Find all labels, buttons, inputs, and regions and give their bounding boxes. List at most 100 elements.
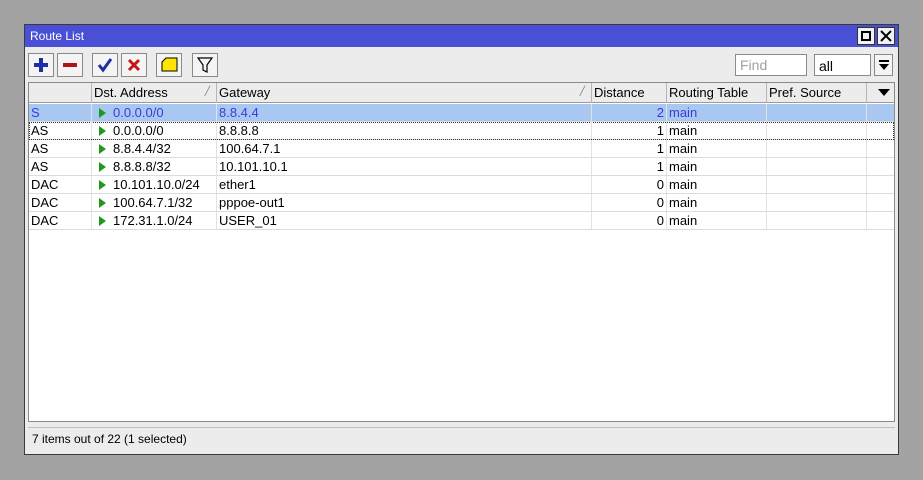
cell-routing-table: main <box>667 140 767 157</box>
filter-select[interactable]: all <box>814 54 871 76</box>
sort-icon: ╱ <box>204 86 210 96</box>
active-route-icon <box>99 108 106 118</box>
cell-dst-address: 10.101.10.0/24 <box>92 176 217 193</box>
column-menu-button[interactable] <box>874 83 894 103</box>
cell-flags-text: DAC <box>31 195 59 210</box>
cell-pref-source <box>767 104 867 121</box>
cell-distance: 0 <box>592 212 667 229</box>
find-input[interactable] <box>735 54 807 76</box>
cell-distance-text: 0 <box>656 177 664 192</box>
cell-routing-table: main <box>667 104 767 121</box>
cell-flags-text: S <box>31 105 40 120</box>
active-route-icon <box>99 144 106 154</box>
cell-gateway: 100.64.7.1 <box>217 140 592 157</box>
maximize-icon <box>861 31 871 41</box>
checkmark-icon <box>97 58 113 73</box>
table-row[interactable]: AS 8.8.4.4/32 100.64.7.1 1 main <box>29 140 894 158</box>
table-row[interactable]: S 0.0.0.0/0 8.8.4.4 2 main <box>29 104 894 122</box>
toolbar: all <box>25 51 898 79</box>
disable-button[interactable] <box>121 53 147 77</box>
cell-flags: DAC <box>29 176 92 193</box>
cell-flags-text: AS <box>31 159 49 174</box>
column-header-dst-address[interactable]: Dst. Address ╱ <box>92 83 217 103</box>
table-row[interactable]: DAC 172.31.1.0/24 USER_01 0 main <box>29 212 894 230</box>
cell-dst-address-text: 8.8.4.4/32 <box>113 141 171 156</box>
cell-pref-source <box>767 176 867 193</box>
remove-button[interactable] <box>57 53 83 77</box>
column-header-distance[interactable]: Distance <box>592 83 667 103</box>
table-row[interactable]: AS 0.0.0.0/0 8.8.8.8 1 main <box>29 122 894 140</box>
title-bar[interactable]: Route List <box>25 25 898 47</box>
cell-routing-table: main <box>667 212 767 229</box>
cell-dst-address: 8.8.4.4/32 <box>92 140 217 157</box>
cell-distance: 2 <box>592 104 667 121</box>
dropdown-arrow-icon <box>879 60 889 70</box>
comment-button[interactable] <box>156 53 182 77</box>
cell-routing-table-text: main <box>669 177 698 192</box>
minus-icon <box>63 63 77 67</box>
cell-distance-text: 0 <box>656 213 664 228</box>
cell-gateway-text: 8.8.4.4 <box>219 105 259 120</box>
cell-pref-source <box>767 194 867 211</box>
cell-routing-table-text: main <box>669 213 698 228</box>
cell-distance-text: 1 <box>656 123 664 138</box>
filter-select-arrow[interactable] <box>874 54 893 76</box>
cell-gateway: pppoe-out1 <box>217 194 592 211</box>
sort-icon: ╱ <box>579 86 585 96</box>
cell-flags-text: DAC <box>31 213 59 228</box>
cell-flags: AS <box>29 140 92 157</box>
table-row[interactable]: DAC 100.64.7.1/32 pppoe-out1 0 main <box>29 194 894 212</box>
filter-button[interactable] <box>192 53 218 77</box>
cell-gateway-text: USER_01 <box>219 213 277 228</box>
close-icon <box>880 30 892 42</box>
cell-distance-text: 2 <box>656 105 664 120</box>
cell-gateway-text: 8.8.8.8 <box>219 123 259 138</box>
table-row[interactable]: DAC 10.101.10.0/24 ether1 0 main <box>29 176 894 194</box>
cell-routing-table: main <box>667 194 767 211</box>
cell-gateway: USER_01 <box>217 212 592 229</box>
table-row[interactable]: AS 8.8.8.8/32 10.101.10.1 1 main <box>29 158 894 176</box>
cell-dst-address: 100.64.7.1/32 <box>92 194 217 211</box>
cell-dst-address-text: 8.8.8.8/32 <box>113 159 171 174</box>
cell-distance: 1 <box>592 158 667 175</box>
cell-flags-text: AS <box>31 123 49 138</box>
cell-pref-source <box>767 212 867 229</box>
cell-distance: 0 <box>592 194 667 211</box>
cell-gateway-text: 100.64.7.1 <box>219 141 281 156</box>
cell-flags: DAC <box>29 194 92 211</box>
column-header-flags[interactable] <box>29 83 92 103</box>
add-button[interactable] <box>28 53 54 77</box>
cell-flags: AS <box>29 158 92 175</box>
cell-dst-address-text: 100.64.7.1/32 <box>113 195 193 210</box>
cell-dst-address-text: 0.0.0.0/0 <box>113 105 164 120</box>
cell-flags-text: DAC <box>31 177 59 192</box>
cell-gateway: ether1 <box>217 176 592 193</box>
cell-routing-table: main <box>667 176 767 193</box>
cell-dst-address: 0.0.0.0/0 <box>92 122 217 139</box>
cell-dst-address-text: 10.101.10.0/24 <box>113 177 200 192</box>
cell-gateway-text: ether1 <box>219 177 256 192</box>
cell-gateway-text: 10.101.10.1 <box>219 159 288 174</box>
comment-icon <box>161 57 178 72</box>
cell-routing-table-text: main <box>669 105 698 120</box>
close-button[interactable] <box>877 27 895 45</box>
maximize-button[interactable] <box>857 27 875 45</box>
cell-distance: 1 <box>592 122 667 139</box>
column-header-routing-table[interactable]: Routing Table <box>667 83 767 103</box>
cell-flags: AS <box>29 122 92 139</box>
column-header-pref-source[interactable]: Pref. Source <box>767 83 867 103</box>
cell-gateway: 10.101.10.1 <box>217 158 592 175</box>
cell-distance-text: 1 <box>656 159 664 174</box>
cell-routing-table-text: main <box>669 141 698 156</box>
cell-flags: DAC <box>29 212 92 229</box>
plus-icon <box>34 58 48 72</box>
enable-button[interactable] <box>92 53 118 77</box>
column-header-gateway[interactable]: Gateway ╱ <box>217 83 592 103</box>
cell-flags-text: AS <box>31 141 49 156</box>
cell-distance-text: 0 <box>656 195 664 210</box>
cell-distance: 1 <box>592 140 667 157</box>
cell-dst-address: 0.0.0.0/0 <box>92 104 217 121</box>
cell-gateway-text: pppoe-out1 <box>219 195 285 210</box>
dropdown-arrow-icon <box>878 89 890 96</box>
cell-distance-text: 1 <box>656 141 664 156</box>
